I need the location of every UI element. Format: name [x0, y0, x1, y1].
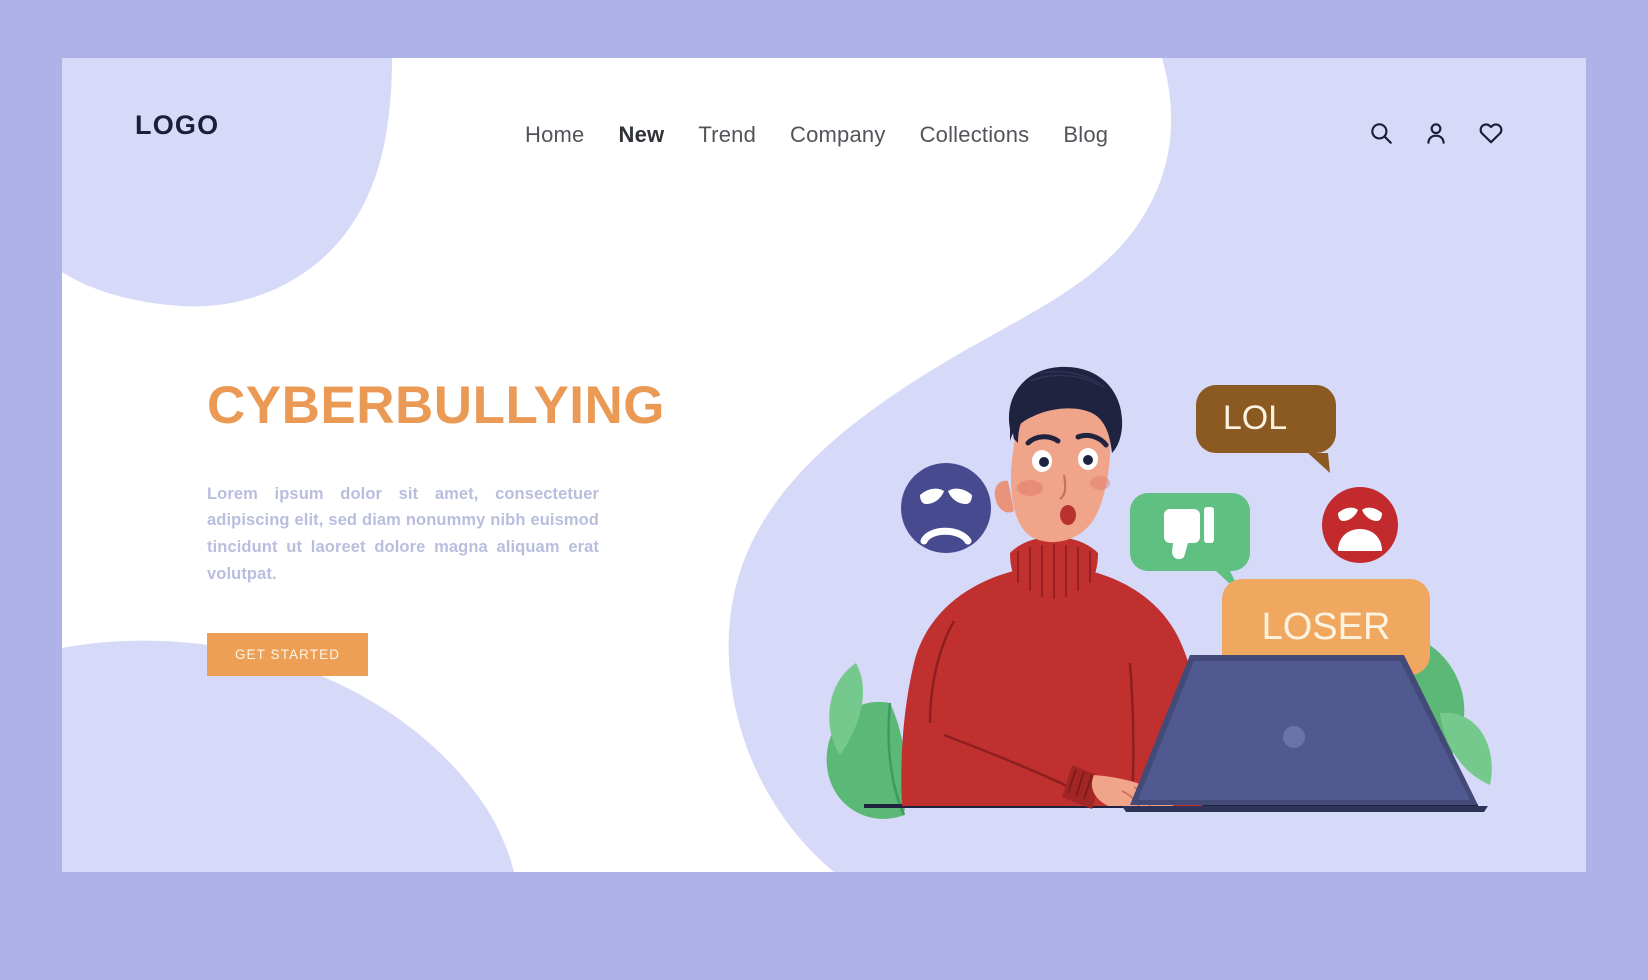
hero-illustration: LOL LOSER [778, 303, 1498, 843]
logo[interactable]: LOGO [135, 110, 219, 141]
main-navigation: Home New Trend Company Collections Blog [508, 122, 1125, 148]
nav-item-blog[interactable]: Blog [1046, 122, 1125, 148]
plant-left [826, 663, 907, 819]
head [994, 366, 1123, 543]
nav-item-trend[interactable]: Trend [681, 122, 773, 148]
site-header: LOGO Home New Trend Company Collections … [62, 58, 1586, 228]
search-icon[interactable] [1368, 120, 1394, 146]
angry-face-red [1322, 487, 1398, 563]
hero-description: Lorem ipsum dolor sit amet, consectetuer… [207, 484, 599, 583]
loser-bubble-text: LOSER [1262, 606, 1391, 648]
lol-bubble-text: LOL [1223, 399, 1287, 437]
angry-face-blue [901, 463, 991, 553]
hero-section: CYBERBULLYING Lorem ipsum dolor sit amet… [207, 378, 677, 676]
page-root: LOGO Home New Trend Company Collections … [0, 0, 1648, 980]
landing-page-card: LOGO Home New Trend Company Collections … [62, 58, 1586, 872]
page-title: CYBERBULLYING [207, 376, 666, 435]
header-icon-group [1368, 120, 1504, 146]
heart-icon[interactable] [1478, 120, 1504, 146]
laptop-logo [1283, 726, 1305, 748]
nav-item-new[interactable]: New [602, 122, 682, 148]
mouth [1060, 505, 1076, 525]
lol-bubble: LOL [1196, 385, 1336, 473]
nav-item-company[interactable]: Company [773, 122, 903, 148]
thumbs-down-bubble [1130, 493, 1250, 595]
nav-item-collections[interactable]: Collections [903, 122, 1047, 148]
user-icon[interactable] [1423, 120, 1449, 146]
nav-item-home[interactable]: Home [508, 122, 602, 148]
get-started-button[interactable]: GET STARTED [207, 632, 368, 676]
